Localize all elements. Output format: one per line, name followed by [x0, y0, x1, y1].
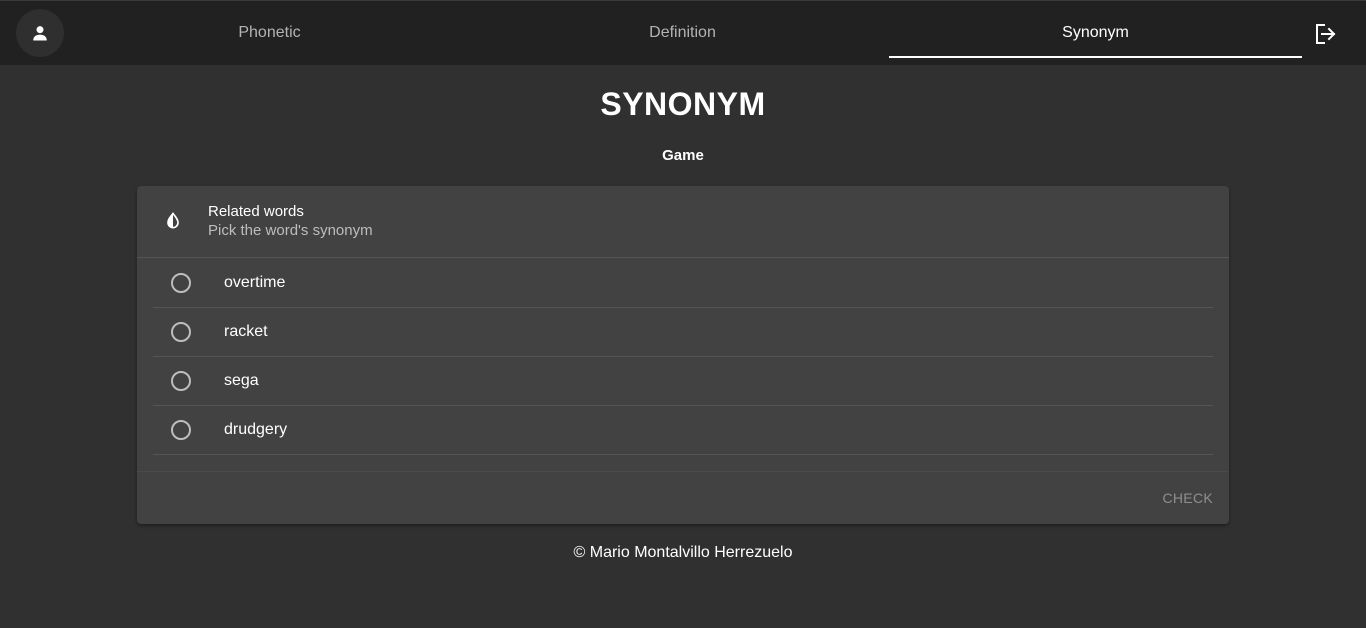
account-icon	[33, 26, 47, 41]
target-word: Game	[662, 147, 704, 164]
tab-phonetic[interactable]: Phonetic	[63, 1, 476, 66]
quiz-card: Related words Pick the word's synonym ov…	[137, 186, 1229, 524]
invert-colors-icon	[167, 212, 179, 229]
page-title: SYNONYM	[600, 86, 766, 122]
card-subtitle: Pick the word's synonym	[208, 222, 373, 239]
radio-button[interactable]	[171, 371, 191, 391]
option-overtime[interactable]: overtime	[153, 259, 1213, 308]
tab-synonym[interactable]: Synonym	[889, 1, 1302, 66]
answer-options: overtime racket sega drudgery	[153, 259, 1213, 455]
tab-synonym-label: Synonym	[1062, 23, 1129, 41]
logout-button[interactable]	[1310, 21, 1340, 47]
option-label: drudgery	[224, 421, 288, 438]
card-header: Related words Pick the word's synonym	[137, 186, 1229, 258]
tab-bar: Phonetic Definition Synonym	[63, 1, 1302, 66]
logout-icon	[1316, 24, 1336, 44]
option-sega[interactable]: sega	[153, 357, 1213, 406]
card-actions: CHECK	[137, 471, 1229, 524]
option-label: sega	[224, 372, 259, 389]
option-racket[interactable]: racket	[153, 308, 1213, 357]
radio-button[interactable]	[171, 273, 191, 293]
footer-copyright: © Mario Montalvillo Herrezuelo	[573, 544, 793, 561]
check-button[interactable]: CHECK	[1162, 490, 1213, 506]
option-label: overtime	[224, 274, 286, 291]
top-navigation-bar: Phonetic Definition Synonym	[0, 0, 1366, 65]
option-drudgery[interactable]: drudgery	[153, 406, 1213, 455]
card-title: Related words	[208, 203, 304, 220]
tab-definition[interactable]: Definition	[476, 1, 889, 66]
option-label: racket	[224, 323, 268, 340]
radio-button[interactable]	[171, 420, 191, 440]
tab-phonetic-label: Phonetic	[238, 23, 301, 41]
tab-definition-label: Definition	[649, 23, 716, 41]
user-account-button[interactable]	[16, 9, 64, 57]
radio-button[interactable]	[171, 322, 191, 342]
